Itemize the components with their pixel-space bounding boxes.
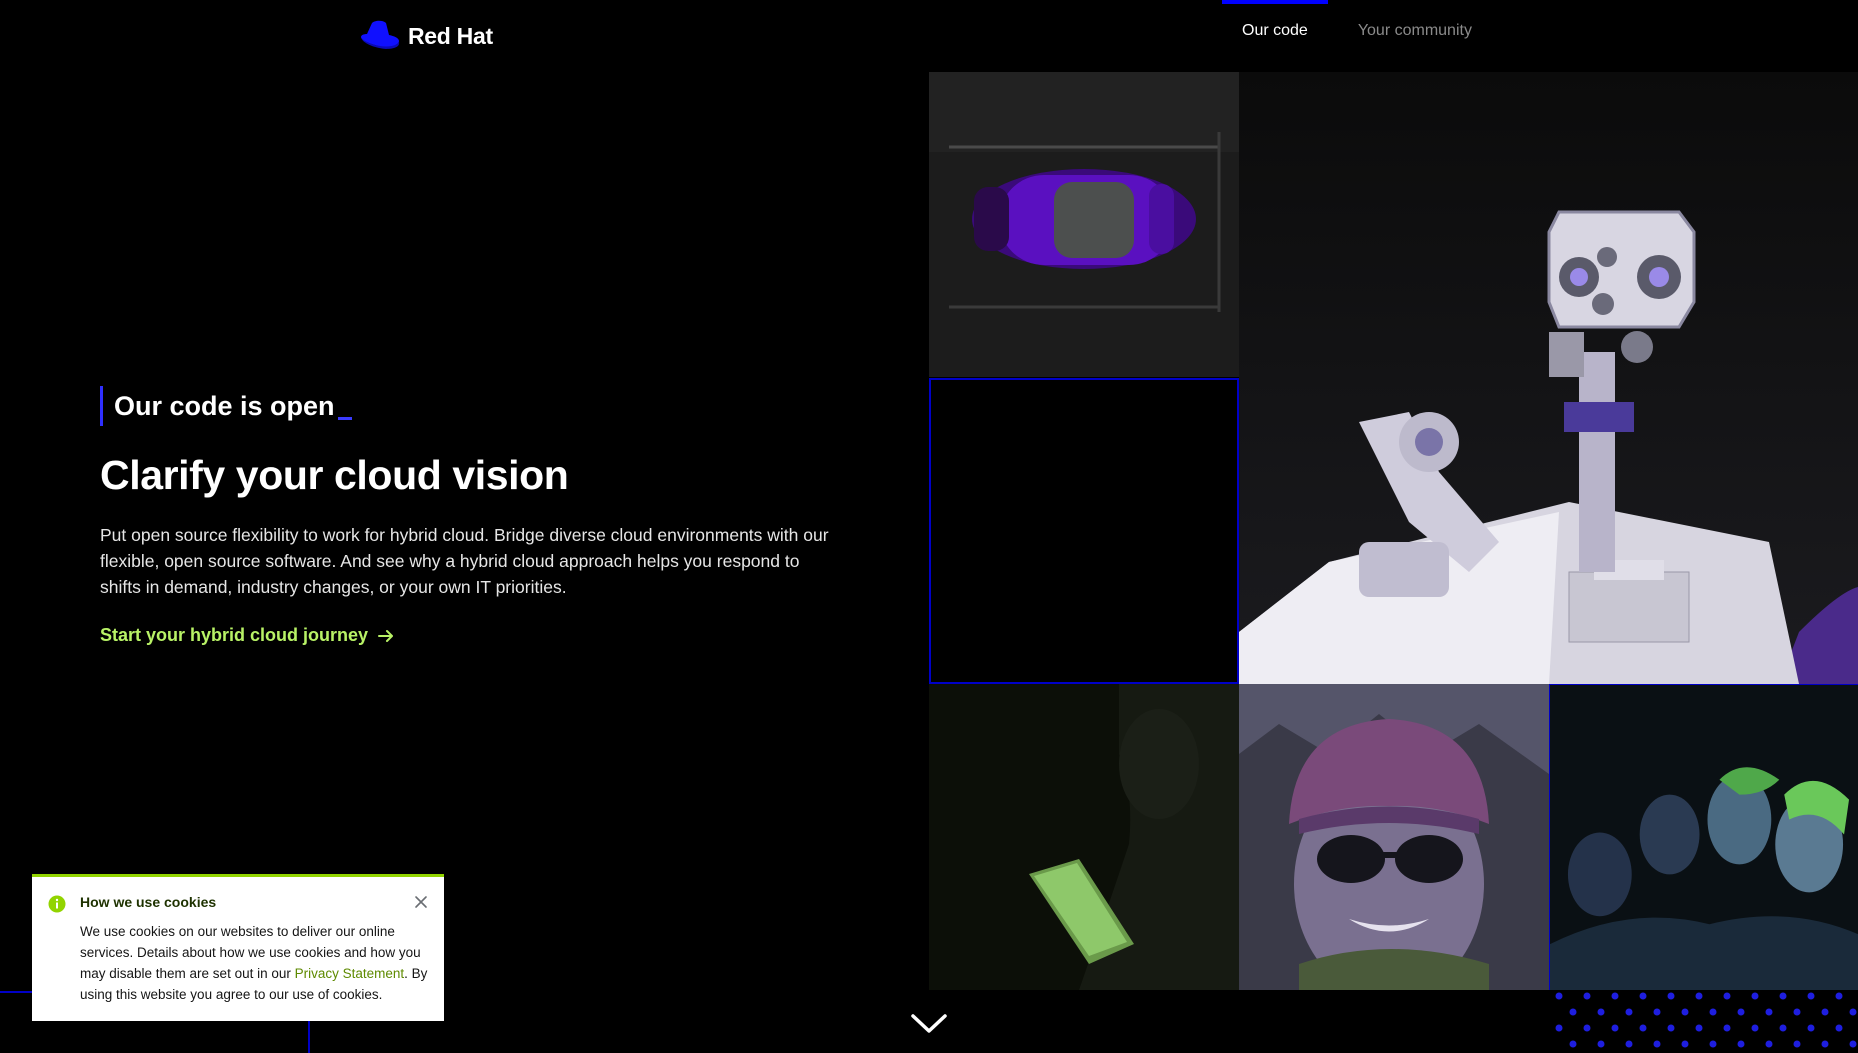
hybrid-cloud-cta-link[interactable]: Start your hybrid cloud journey [100, 625, 394, 646]
logo-text: Red Hat [408, 22, 493, 49]
decorative-dot-pattern [1555, 992, 1857, 1048]
nav-our-code[interactable]: Our code [1222, 0, 1328, 62]
arrow-right-icon [378, 629, 394, 642]
cookie-banner-title: How we use cookies [80, 894, 217, 910]
red-hat-fedora-icon [361, 20, 400, 49]
privacy-statement-link[interactable]: Privacy Statement [295, 966, 405, 981]
empty-grid-cell [929, 378, 1239, 684]
image-robot-rover [1239, 72, 1858, 684]
typing-cursor [337, 417, 352, 420]
hero-headline: Clarify your cloud vision [100, 452, 569, 498]
close-icon[interactable] [412, 893, 430, 911]
main-nav: Our code Your community [1222, 0, 1492, 62]
image-audience-crowd [1549, 684, 1858, 990]
cta-label: Start your hybrid cloud journey [100, 625, 369, 645]
hero-eyebrow-text: Our code is open [114, 390, 335, 421]
chevron-down-icon[interactable] [910, 1012, 948, 1036]
cookie-banner-text: We use cookies on our websites to delive… [80, 921, 428, 1005]
cookie-banner: How we use cookies We use cookies on our… [32, 874, 444, 1021]
red-hat-logo[interactable]: Red Hat [358, 18, 493, 54]
hero-eyebrow: Our code is open [100, 386, 352, 426]
image-woman-smiling [1239, 684, 1549, 990]
hero-body: Put open source flexibility to work for … [100, 525, 829, 597]
info-circle-icon [48, 895, 66, 913]
nav-your-community[interactable]: Your community [1338, 0, 1492, 62]
image-person-with-phone [929, 684, 1239, 990]
image-car-top-view [929, 72, 1239, 377]
